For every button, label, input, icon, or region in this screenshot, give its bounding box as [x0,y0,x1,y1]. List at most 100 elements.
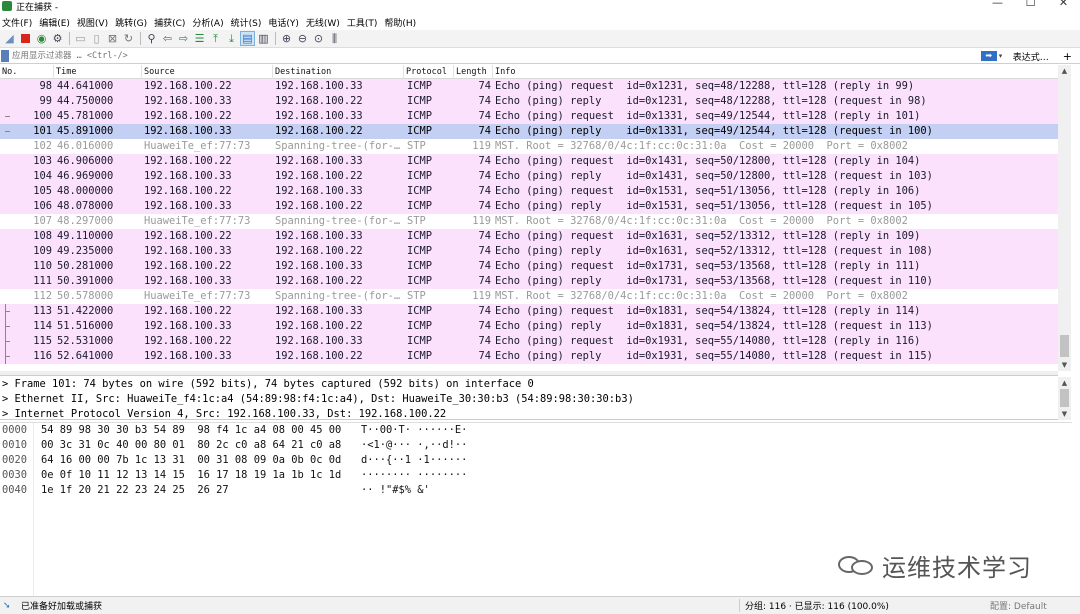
stop-capture-icon[interactable] [18,31,33,46]
packet-row[interactable]: 105 48.000000 192.168.100.22 192.168.100.33… [0,184,1058,199]
filter-history-dropdown[interactable]: ▾ [999,52,1007,60]
find-packet-icon[interactable]: ⚲ [144,31,159,46]
cell-time: 52.641000 [57,350,114,362]
last-packet-icon[interactable]: ⤓ [224,31,239,46]
menu-wireless[interactable]: 无线(W) [304,16,345,29]
column-header-source[interactable]: Source [142,65,273,79]
zoom-normal-icon[interactable]: ⊙ [311,31,326,46]
menu-edit[interactable]: 编辑(E) [37,16,75,29]
zoom-out-icon[interactable]: ⊖ [295,31,310,46]
scroll-down-arrow[interactable]: ▼ [1058,359,1071,371]
detail-ipv4[interactable]: > Internet Protocol Version 4, Src: 192.… [0,407,1058,419]
packet-row[interactable]: 102 46.016000 HuaweiTe_ef:77:73 Spanning-tr… [0,139,1058,154]
column-header-destination[interactable]: Destination [273,65,404,79]
packet-row[interactable]: 106 48.078000 192.168.100.33 192.168.100.22… [0,199,1058,214]
detail-frame[interactable]: > Frame 101: 74 bytes on wire (592 bits)… [0,377,1058,392]
packet-row[interactable]: 115 52.531000 192.168.100.22 192.168.100.33… [0,334,1058,349]
packet-row[interactable]: 107 48.297000 HuaweiTe_ef:77:73 Spanning-tr… [0,214,1058,229]
column-header-time[interactable]: Time [54,65,142,79]
status-profile[interactable]: 配置: Default [990,599,1047,612]
menu-file[interactable]: 文件(F) [0,16,37,29]
restart-capture-icon[interactable]: ◉ [34,31,49,46]
close-button[interactable]: ✕ [1047,0,1080,12]
display-filter-input[interactable] [12,49,981,63]
first-packet-icon[interactable]: ⤒ [208,31,223,46]
add-filter-button[interactable]: + [1063,50,1072,63]
menu-telephony[interactable]: 电话(Y) [266,16,304,29]
zoom-in-icon[interactable]: ⊕ [279,31,294,46]
packet-row[interactable]: 114 51.516000 192.168.100.33 192.168.100.22… [0,319,1058,334]
menu-help[interactable]: 帮助(H) [382,16,421,29]
apply-filter-button[interactable]: ➡ [980,51,997,61]
detail-ethernet[interactable]: > Ethernet II, Src: HuaweiTe_f4:1c:a4 (5… [0,392,1058,407]
bytes-ascii[interactable]: ·· !"#$% &' [361,483,481,498]
column-header-protocol[interactable]: Protocol [404,65,454,79]
maximize-button[interactable]: ☐ [1014,0,1047,12]
scroll-down-arrow[interactable]: ▼ [1058,408,1071,420]
scroll-up-arrow[interactable]: ▲ [1058,65,1071,77]
autoscroll-icon[interactable]: ▤ [240,31,255,46]
menu-statistics[interactable]: 统计(S) [229,16,267,29]
go-back-icon[interactable]: ⇦ [160,31,175,46]
bytes-hex[interactable]: 54 89 98 30 30 b3 54 89 98 f4 1c a4 08 0… [41,423,346,438]
cell-destination: 192.168.100.33 [275,110,363,122]
packet-row[interactable]: 110 50.281000 192.168.100.22 192.168.100.33… [0,259,1058,274]
packet-list-hscrollbar[interactable] [0,371,1058,376]
bytes-ascii[interactable]: ········ ········ [361,468,481,483]
packet-row[interactable]: 109 49.235000 192.168.100.33 192.168.100.22… [0,244,1058,259]
column-header-length[interactable]: Length [454,65,493,79]
details-scrollbar[interactable]: ▲ ▼ [1058,377,1071,420]
cell-protocol: ICMP [407,185,433,197]
packet-row[interactable]: 113 51.422000 192.168.100.22 192.168.100.33… [0,304,1058,319]
packet-row[interactable]: 112 50.578000 HuaweiTe_ef:77:73 Spanning-tr… [0,289,1058,304]
reload-file-icon[interactable]: ↻ [121,31,136,46]
cell-no: 116 [33,350,52,362]
bytes-hex[interactable]: 1e 1f 20 21 22 23 24 25 26 27 [41,483,346,498]
packet-row[interactable]: 98 44.641000 192.168.100.22 192.168.100.33 I… [0,79,1058,94]
packet-row[interactable]: 108 49.110000 192.168.100.22 192.168.100.33… [0,229,1058,244]
cell-info: Echo (ping) request id=0x1431, seq=50/12… [495,155,921,167]
packet-row[interactable]: 99 44.750000 192.168.100.33 192.168.100.22 I… [0,94,1058,109]
packet-row[interactable]: 101 45.891000 192.168.100.33 192.168.100.22… [0,124,1058,139]
open-file-icon[interactable]: ▭ [73,31,88,46]
capture-options-icon[interactable]: ⚙ [50,31,65,46]
scrollbar-thumb[interactable] [1060,335,1069,357]
packet-list-scrollbar[interactable]: ▲ ▼ [1058,65,1071,371]
menu-tools[interactable]: 工具(T) [345,16,383,29]
resize-columns-icon[interactable]: ⫼ [327,31,342,46]
menu-view[interactable]: 视图(V) [75,16,113,29]
scrollbar-thumb[interactable] [1060,389,1069,407]
go-to-packet-icon[interactable]: ☰ [192,31,207,46]
column-header-no[interactable]: No. [0,65,54,79]
expert-info-icon[interactable]: ➘ [3,601,13,611]
packet-row[interactable]: 104 46.969000 192.168.100.33 192.168.100.22… [0,169,1058,184]
menu-capture[interactable]: 捕获(C) [152,16,190,29]
filter-bookmark-icon[interactable] [1,50,9,62]
close-file-icon[interactable]: ⊠ [105,31,120,46]
packet-row[interactable]: 111 50.391000 192.168.100.33 192.168.100.22… [0,274,1058,289]
bytes-hex[interactable]: 00 3c 31 0c 40 00 80 01 80 2c c0 a8 64 2… [41,438,346,453]
bytes-ascii[interactable]: T··00·T· ······E· [361,423,481,438]
cell-length: 74 [478,155,491,167]
go-forward-icon[interactable]: ⇨ [176,31,191,46]
start-capture-icon[interactable]: ◢ [2,31,17,46]
minimize-button[interactable]: — [981,0,1014,12]
colorize-icon[interactable]: ▥ [256,31,271,46]
column-header-info[interactable]: Info [493,65,1058,79]
filter-expression-button[interactable]: 表达式… [1013,50,1049,63]
cell-length: 74 [478,305,491,317]
bytes-hex[interactable]: 64 16 00 00 7b 1c 13 31 00 31 08 09 0a 0… [41,453,346,468]
bytes-hex[interactable]: 0e 0f 10 11 12 13 14 15 16 17 18 19 1a 1… [41,468,346,483]
packet-row[interactable]: 103 46.906000 192.168.100.22 192.168.100.33… [0,154,1058,169]
save-file-icon[interactable]: ▯ [89,31,104,46]
packet-row[interactable]: 100 45.781000 192.168.100.22 192.168.100.33… [0,109,1058,124]
menu-go[interactable]: 跳转(G) [113,16,152,29]
bytes-ascii[interactable]: ·<1·@··· ·,··d!·· [361,438,481,453]
cell-time: 50.281000 [57,260,114,272]
cell-protocol: ICMP [407,95,433,107]
bytes-ascii[interactable]: d···{··1 ·1······ [361,453,481,468]
scroll-up-arrow[interactable]: ▲ [1058,377,1071,389]
cell-source: 192.168.100.22 [144,185,232,197]
menu-analyze[interactable]: 分析(A) [190,16,228,29]
packet-row[interactable]: 116 52.641000 192.168.100.33 192.168.100.22… [0,349,1058,364]
